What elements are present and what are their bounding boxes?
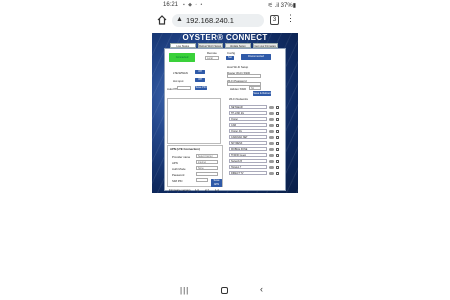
lock-icon [276, 123, 279, 127]
network-item[interactable]: Network B [229, 159, 267, 163]
disconnect-button[interactable]: Disconnected [241, 54, 271, 60]
hotspot-toggle-button[interactable]: Off [195, 78, 205, 82]
home-icon[interactable] [157, 15, 167, 25]
apn-title: APN (LTE Connection) [170, 147, 200, 151]
status-indicator: Connected [169, 53, 195, 62]
toggle-icon[interactable] [269, 123, 274, 127]
lock-icon [276, 117, 279, 121]
main-panel: Connected Remote Local Config Set Discon… [164, 48, 286, 192]
lock-icon [276, 159, 279, 163]
apn-field-label: Provider name [172, 155, 191, 159]
notification-icons: ▪ ◆ ◦ • [183, 2, 204, 8]
apn-field-label: APN [172, 161, 178, 165]
toggle-icon[interactable] [269, 111, 274, 115]
lock-icon [276, 153, 279, 157]
save-pin-button[interactable]: Save PIN [195, 86, 207, 90]
apn-section: APN (LTE Connection) Provider name Selec… [167, 145, 223, 187]
web-content: OYSTER® CONNECT Live Status Debug Wi-Fi … [152, 33, 298, 193]
address-bar[interactable]: ▲ 192.168.240.1 [172, 14, 264, 27]
mode-label: Remote [207, 51, 217, 55]
sim-pin-input[interactable] [196, 178, 208, 182]
toggle-icon[interactable] [269, 147, 274, 151]
home-nav-icon[interactable] [221, 287, 228, 294]
browser-toolbar: ▲ 192.168.240.1 3 ⋮ [150, 10, 300, 32]
networks-title: Wi-Fi Networks [229, 97, 248, 101]
network-item[interactable]: Hotspot 7 [229, 165, 267, 169]
network-item[interactable]: TP-LINK 2G [229, 111, 267, 115]
toggle-icon[interactable] [269, 159, 274, 163]
ssid-input[interactable] [227, 74, 261, 78]
recents-icon[interactable]: ||| [180, 286, 189, 295]
pin-input[interactable] [177, 86, 191, 90]
hotspot-label: Hot spot [173, 79, 184, 83]
networks-section: Wi-Fi Networks NETGEAR TP-LINK 2G Oyster… [225, 97, 283, 181]
auth-select[interactable]: None [196, 166, 218, 170]
version-value: 1.2 [215, 188, 219, 192]
lock-icon [276, 129, 279, 133]
status-bar: 16:21 ▪ ◆ ◦ • ⚟ .il 37%▮ [150, 0, 300, 10]
back-icon[interactable]: ‹ [260, 284, 263, 294]
lte-label: LTE/WWAN [173, 71, 188, 75]
password-input[interactable] [227, 82, 261, 86]
version-value: 2.7 [205, 188, 209, 192]
battery-icon: ⚟ .il 37%▮ [267, 3, 296, 9]
hidden-ssid-select[interactable]: No [249, 86, 261, 90]
save-reboot-button[interactable]: Save & Reboot [253, 91, 271, 96]
lock-icon [276, 147, 279, 151]
apn-password-input[interactable] [196, 172, 218, 176]
lte-toggle-button[interactable]: Off [195, 70, 205, 74]
toggle-icon[interactable] [269, 105, 274, 109]
status-time: 16:21 [163, 2, 179, 8]
wifi-setup-title: Host Wi-Fi Setup [227, 65, 249, 69]
apn-field-label: SIM PIN [172, 179, 183, 183]
toggle-icon[interactable] [269, 165, 274, 169]
network-item[interactable]: TFWIFI Guest [229, 153, 267, 157]
save-apn-button[interactable]: Save APN [211, 179, 222, 187]
page-title: OYSTER® CONNECT [182, 33, 268, 42]
browser-menu-icon[interactable]: ⋮ [286, 13, 295, 24]
apn-input[interactable]: internet [196, 160, 218, 164]
url-text[interactable]: 192.168.240.1 [186, 16, 234, 25]
network-item[interactable]: DIRECT TV [229, 171, 267, 175]
network-item[interactable]: Oyster [229, 117, 267, 121]
config-label: Config [227, 51, 236, 55]
warning-icon[interactable]: ▲ [176, 16, 183, 23]
toggle-icon[interactable] [269, 129, 274, 133]
toggle-icon[interactable] [269, 117, 274, 121]
apn-field-label: Auth Mode [172, 167, 186, 171]
hidden-ssid-label: Hidden SSID [230, 87, 247, 91]
network-item[interactable]: Oyster 4G [229, 129, 267, 133]
apn-field-label: Password [172, 173, 185, 177]
log-area [167, 98, 221, 144]
lock-icon [276, 111, 279, 115]
firmware-label: Firmware version [169, 188, 191, 192]
toggle-icon[interactable] [269, 141, 274, 145]
network-item[interactable]: MOBILE ZONE [229, 147, 267, 151]
network-item[interactable]: CARAVAN NET [229, 135, 267, 139]
android-nav-bar: ||| ‹ [150, 282, 300, 300]
version-value: 1.0 [195, 188, 199, 192]
provider-select[interactable]: Select Carrier [196, 154, 218, 158]
tab-switcher-button[interactable]: 3 [270, 15, 279, 25]
lock-icon [276, 141, 279, 145]
lock-icon [276, 135, 279, 139]
network-item[interactable]: NETGEAR [229, 105, 267, 109]
toggle-icon[interactable] [269, 135, 274, 139]
network-item[interactable]: CAB [229, 123, 267, 127]
lock-icon [276, 171, 279, 175]
toggle-icon[interactable] [269, 153, 274, 157]
config-set-button[interactable]: Set [226, 56, 234, 60]
lock-icon [276, 165, 279, 169]
mode-select[interactable]: Local [205, 56, 219, 60]
toggle-icon[interactable] [269, 171, 274, 175]
lock-icon [276, 105, 279, 109]
network-item[interactable]: SKYDESK [229, 141, 267, 145]
